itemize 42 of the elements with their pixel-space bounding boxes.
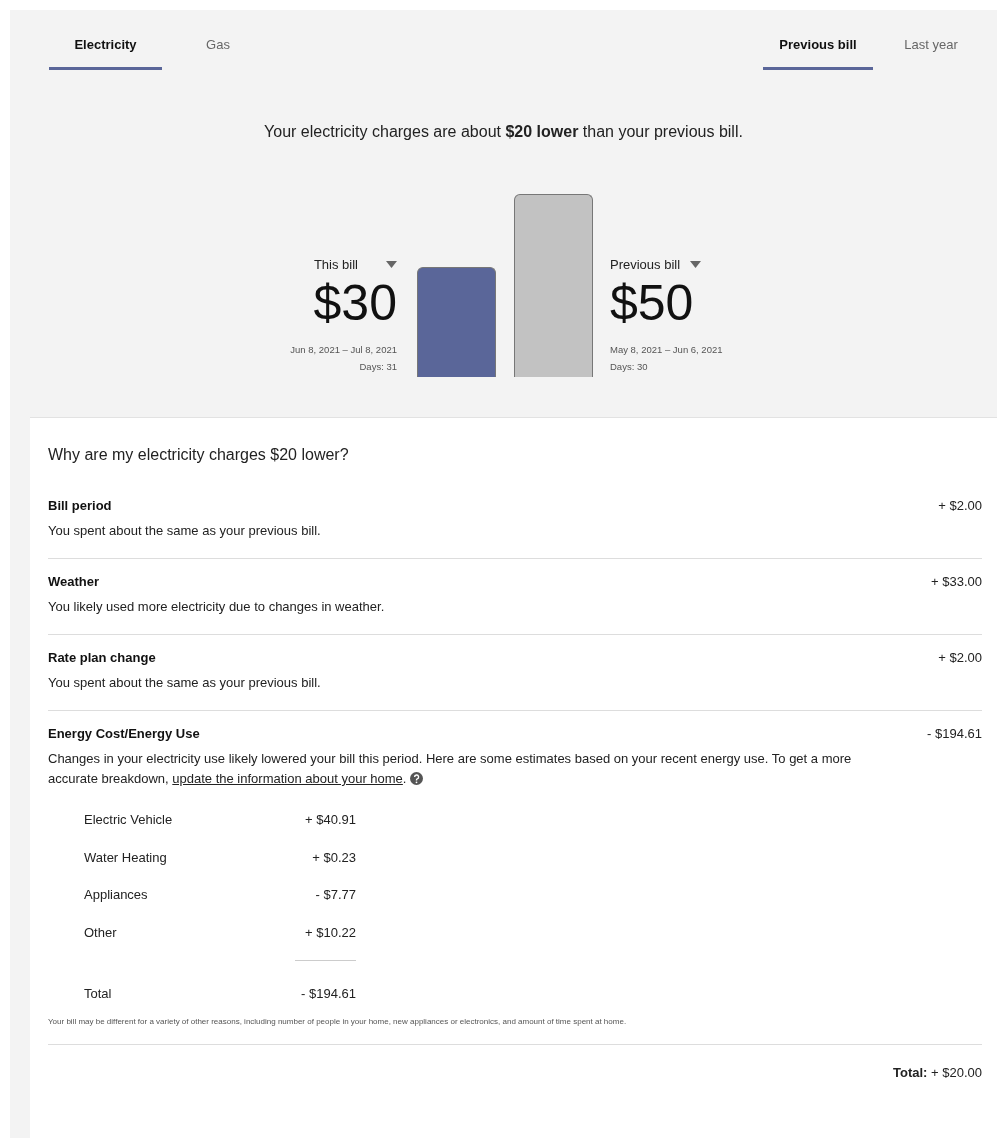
- bill-amount: $30: [313, 275, 397, 331]
- grand-total: Total: + $20.00: [892, 1064, 982, 1080]
- update-home-link[interactable]: update the information about your home: [172, 771, 403, 786]
- item-label: Other: [84, 924, 117, 940]
- item-amount: - $194.61: [301, 986, 356, 1002]
- item-amount: + $10.22: [305, 924, 356, 940]
- bill-period: May 8, 2021 – Jun 6, 2021: [610, 343, 723, 357]
- bill-days: Days: 31: [359, 358, 397, 375]
- factor-amount: - $194.61: [927, 726, 982, 741]
- factor-description: You spent about the same as your previous bill.: [48, 522, 322, 540]
- tab[interactable]: Last year: [902, 10, 960, 70]
- section-title: Why are my electricity charges $20 lower?: [48, 446, 350, 464]
- factor-amount: + $2.00: [938, 650, 982, 665]
- item-label: Total: [84, 986, 112, 1002]
- factor-amount: + $33.00: [931, 574, 982, 589]
- factor-name: Energy Cost/Energy Use: [48, 726, 200, 741]
- factor-name: Weather: [48, 574, 100, 589]
- bill-period: Jun 8, 2021 – Jul 8, 2021: [290, 343, 397, 357]
- bill-label: Previous bill: [610, 257, 681, 272]
- tab[interactable]: Electricity: [49, 10, 162, 70]
- footnote: Your bill may be different for a variety of other reasons, including number of people in your home, new appliances or electronics, and amount of time spent at home.: [48, 1012, 982, 1045]
- bill-label: This bill: [313, 257, 358, 272]
- headline: Your electricity charges are about $20 lower than your previous bill.: [263, 123, 744, 141]
- tab[interactable]: Gas: [205, 10, 231, 70]
- factor-description: You spent about the same as your previous bill.: [48, 674, 322, 692]
- item-amount: - $7.77: [315, 887, 356, 903]
- item-amount: + $0.23: [312, 849, 356, 865]
- caret-icon[interactable]: [386, 261, 397, 268]
- bill-amount: $50: [610, 275, 694, 331]
- item-label: Water Heating: [84, 849, 167, 865]
- bill-days: Days: 30: [610, 358, 648, 375]
- item-label: Appliances: [84, 887, 148, 903]
- tab[interactable]: Previous bill: [763, 10, 873, 70]
- item-label: Electric Vehicle: [84, 812, 173, 828]
- factor-name: Rate plan change: [48, 650, 156, 665]
- caret-icon[interactable]: [690, 261, 702, 268]
- factor-description: You likely used more electricity due to changes in weather.: [48, 598, 386, 616]
- factor-description: Changes in your electricity use likely lowered your bill this period. Here are some estimates based on your recent energy use. To get a more accurate breakdown, update the information about your home.: [48, 750, 853, 788]
- factor-name: Bill period: [48, 498, 112, 513]
- factor-amount: + $2.00: [938, 498, 982, 513]
- help-icon[interactable]: [410, 772, 424, 785]
- item-amount: + $40.91: [305, 812, 356, 828]
